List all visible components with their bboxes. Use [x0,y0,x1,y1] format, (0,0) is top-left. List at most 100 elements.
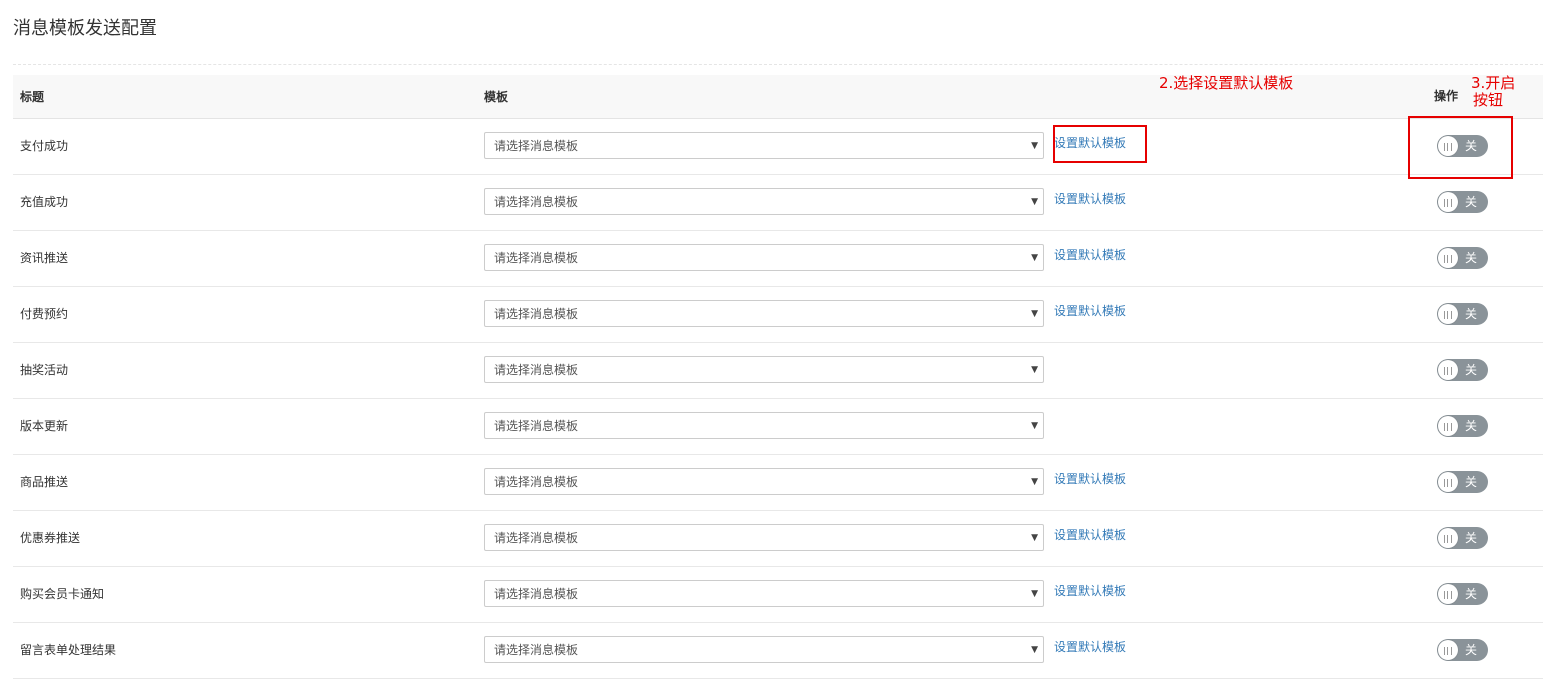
toggle-state-label: 关 [1465,475,1478,489]
annotation-box-toggle [1408,116,1513,179]
template-select[interactable]: 请选择消息模板 ▼ [484,300,1044,327]
template-select-value: 请选择消息模板 [494,139,579,153]
set-default-template-link[interactable]: 设置默认模板 [1054,639,1126,655]
template-select-value: 请选择消息模板 [494,251,579,265]
template-select[interactable]: 请选择消息模板 ▼ [484,244,1044,271]
template-select[interactable]: 请选择消息模板 ▼ [484,580,1044,607]
enable-toggle[interactable]: 关 [1437,303,1488,325]
table-row: 充值成功 请选择消息模板 ▼ 设置默认模板 关 [13,175,1543,231]
template-select[interactable]: 请选择消息模板 ▼ [484,132,1044,159]
grip-icon [1444,199,1452,207]
toggle-state-label: 关 [1465,363,1478,377]
enable-toggle[interactable]: 关 [1437,471,1488,493]
row-title: 购买会员卡通知 [20,587,105,601]
row-title: 抽奖活动 [20,363,69,377]
chevron-down-icon: ▼ [1031,421,1038,431]
chevron-down-icon: ▼ [1031,309,1038,319]
chevron-down-icon: ▼ [1031,533,1038,543]
toggle-state-label: 关 [1465,419,1478,433]
toggle-knob [1438,472,1458,492]
enable-toggle[interactable]: 关 [1437,247,1488,269]
template-select-value: 请选择消息模板 [494,363,579,377]
table-row: 商品推送 请选择消息模板 ▼ 设置默认模板 关 [13,455,1543,511]
template-select-value: 请选择消息模板 [494,643,579,657]
toggle-state-label: 关 [1465,643,1478,657]
chevron-down-icon: ▼ [1031,645,1038,655]
template-select[interactable]: 请选择消息模板 ▼ [484,524,1044,551]
template-select-value: 请选择消息模板 [494,419,579,433]
annotation-box-default-link [1053,125,1147,163]
toggle-knob [1438,360,1458,380]
toggle-state-label: 关 [1465,251,1478,265]
template-select[interactable]: 请选择消息模板 ▼ [484,412,1044,439]
toggle-knob [1438,640,1458,660]
grip-icon [1444,367,1452,375]
toggle-knob [1438,192,1458,212]
set-default-template-link[interactable]: 设置默认模板 [1054,303,1126,319]
table-row: 优惠券推送 请选择消息模板 ▼ 设置默认模板 关 [13,511,1543,567]
grip-icon [1444,535,1452,543]
header-title: 标题 [20,90,45,104]
page-title: 消息模板发送配置 [13,18,157,39]
chevron-down-icon: ▼ [1031,589,1038,599]
toggle-state-label: 关 [1465,195,1478,209]
chevron-down-icon: ▼ [1031,477,1038,487]
toggle-knob [1438,584,1458,604]
table-row: 支付成功 请选择消息模板 ▼ 设置默认模板关 [13,119,1543,175]
toggle-knob [1438,416,1458,436]
enable-toggle[interactable]: 关 [1437,583,1488,605]
message-template-table: 标题 模板 操作 支付成功 请选择消息模板 ▼ 设置默认模板关充值成功 请选择消息模板 ▼… [13,75,1543,679]
enable-toggle[interactable]: 关 [1437,359,1488,381]
template-select-value: 请选择消息模板 [494,195,579,209]
toggle-state-label: 关 [1465,531,1478,545]
table-row: 购买会员卡通知 请选择消息模板 ▼ 设置默认模板 关 [13,567,1543,623]
table-row: 资讯推送 请选择消息模板 ▼ 设置默认模板 关 [13,231,1543,287]
template-select[interactable]: 请选择消息模板 ▼ [484,468,1044,495]
set-default-template-link[interactable]: 设置默认模板 [1054,191,1126,207]
template-select-value: 请选择消息模板 [494,307,579,321]
grip-icon [1444,591,1452,599]
toggle-knob [1438,304,1458,324]
enable-toggle[interactable]: 关 [1437,639,1488,661]
template-select[interactable]: 请选择消息模板 ▼ [484,636,1044,663]
row-title: 付费预约 [20,307,69,321]
enable-toggle[interactable]: 关 [1437,415,1488,437]
template-select-value: 请选择消息模板 [494,531,579,545]
template-select-value: 请选择消息模板 [494,587,579,601]
row-title: 支付成功 [20,139,69,153]
grip-icon [1444,311,1452,319]
row-title: 优惠券推送 [20,531,81,545]
annotation-step3-line1: 3.开启 [1471,74,1516,92]
enable-toggle[interactable]: 关 [1437,527,1488,549]
row-title: 版本更新 [20,419,69,433]
row-title: 资讯推送 [20,251,69,265]
table-row: 抽奖活动 请选择消息模板 ▼ 关 [13,343,1543,399]
set-default-template-link[interactable]: 设置默认模板 [1054,527,1126,543]
grip-icon [1444,647,1452,655]
chevron-down-icon: ▼ [1031,197,1038,207]
row-title: 充值成功 [20,195,69,209]
toggle-state-label: 关 [1465,307,1478,321]
annotation-step3: 3.开启 按钮 [1471,75,1531,109]
set-default-template-link[interactable]: 设置默认模板 [1054,247,1126,263]
chevron-down-icon: ▼ [1031,253,1038,263]
grip-icon [1444,479,1452,487]
grip-icon [1444,255,1452,263]
grip-icon [1444,423,1452,431]
row-title: 商品推送 [20,475,69,489]
title-divider [13,64,1543,65]
enable-toggle[interactable]: 关 [1437,191,1488,213]
set-default-template-link[interactable]: 设置默认模板 [1054,583,1126,599]
table-header: 标题 模板 操作 [13,75,1543,119]
set-default-template-link[interactable]: 设置默认模板 [1054,471,1126,487]
chevron-down-icon: ▼ [1031,365,1038,375]
table-row: 版本更新 请选择消息模板 ▼ 关 [13,399,1543,455]
template-select[interactable]: 请选择消息模板 ▼ [484,356,1044,383]
template-select[interactable]: 请选择消息模板 ▼ [484,188,1044,215]
toggle-knob [1438,248,1458,268]
table-body: 支付成功 请选择消息模板 ▼ 设置默认模板关充值成功 请选择消息模板 ▼ 设置默认模板关资讯… [13,119,1543,679]
template-select-value: 请选择消息模板 [494,475,579,489]
annotation-step2: 2.选择设置默认模板 [1159,74,1294,92]
header-template: 模板 [484,90,509,104]
table-row: 留言表单处理结果 请选择消息模板 ▼ 设置默认模板 关 [13,623,1543,679]
